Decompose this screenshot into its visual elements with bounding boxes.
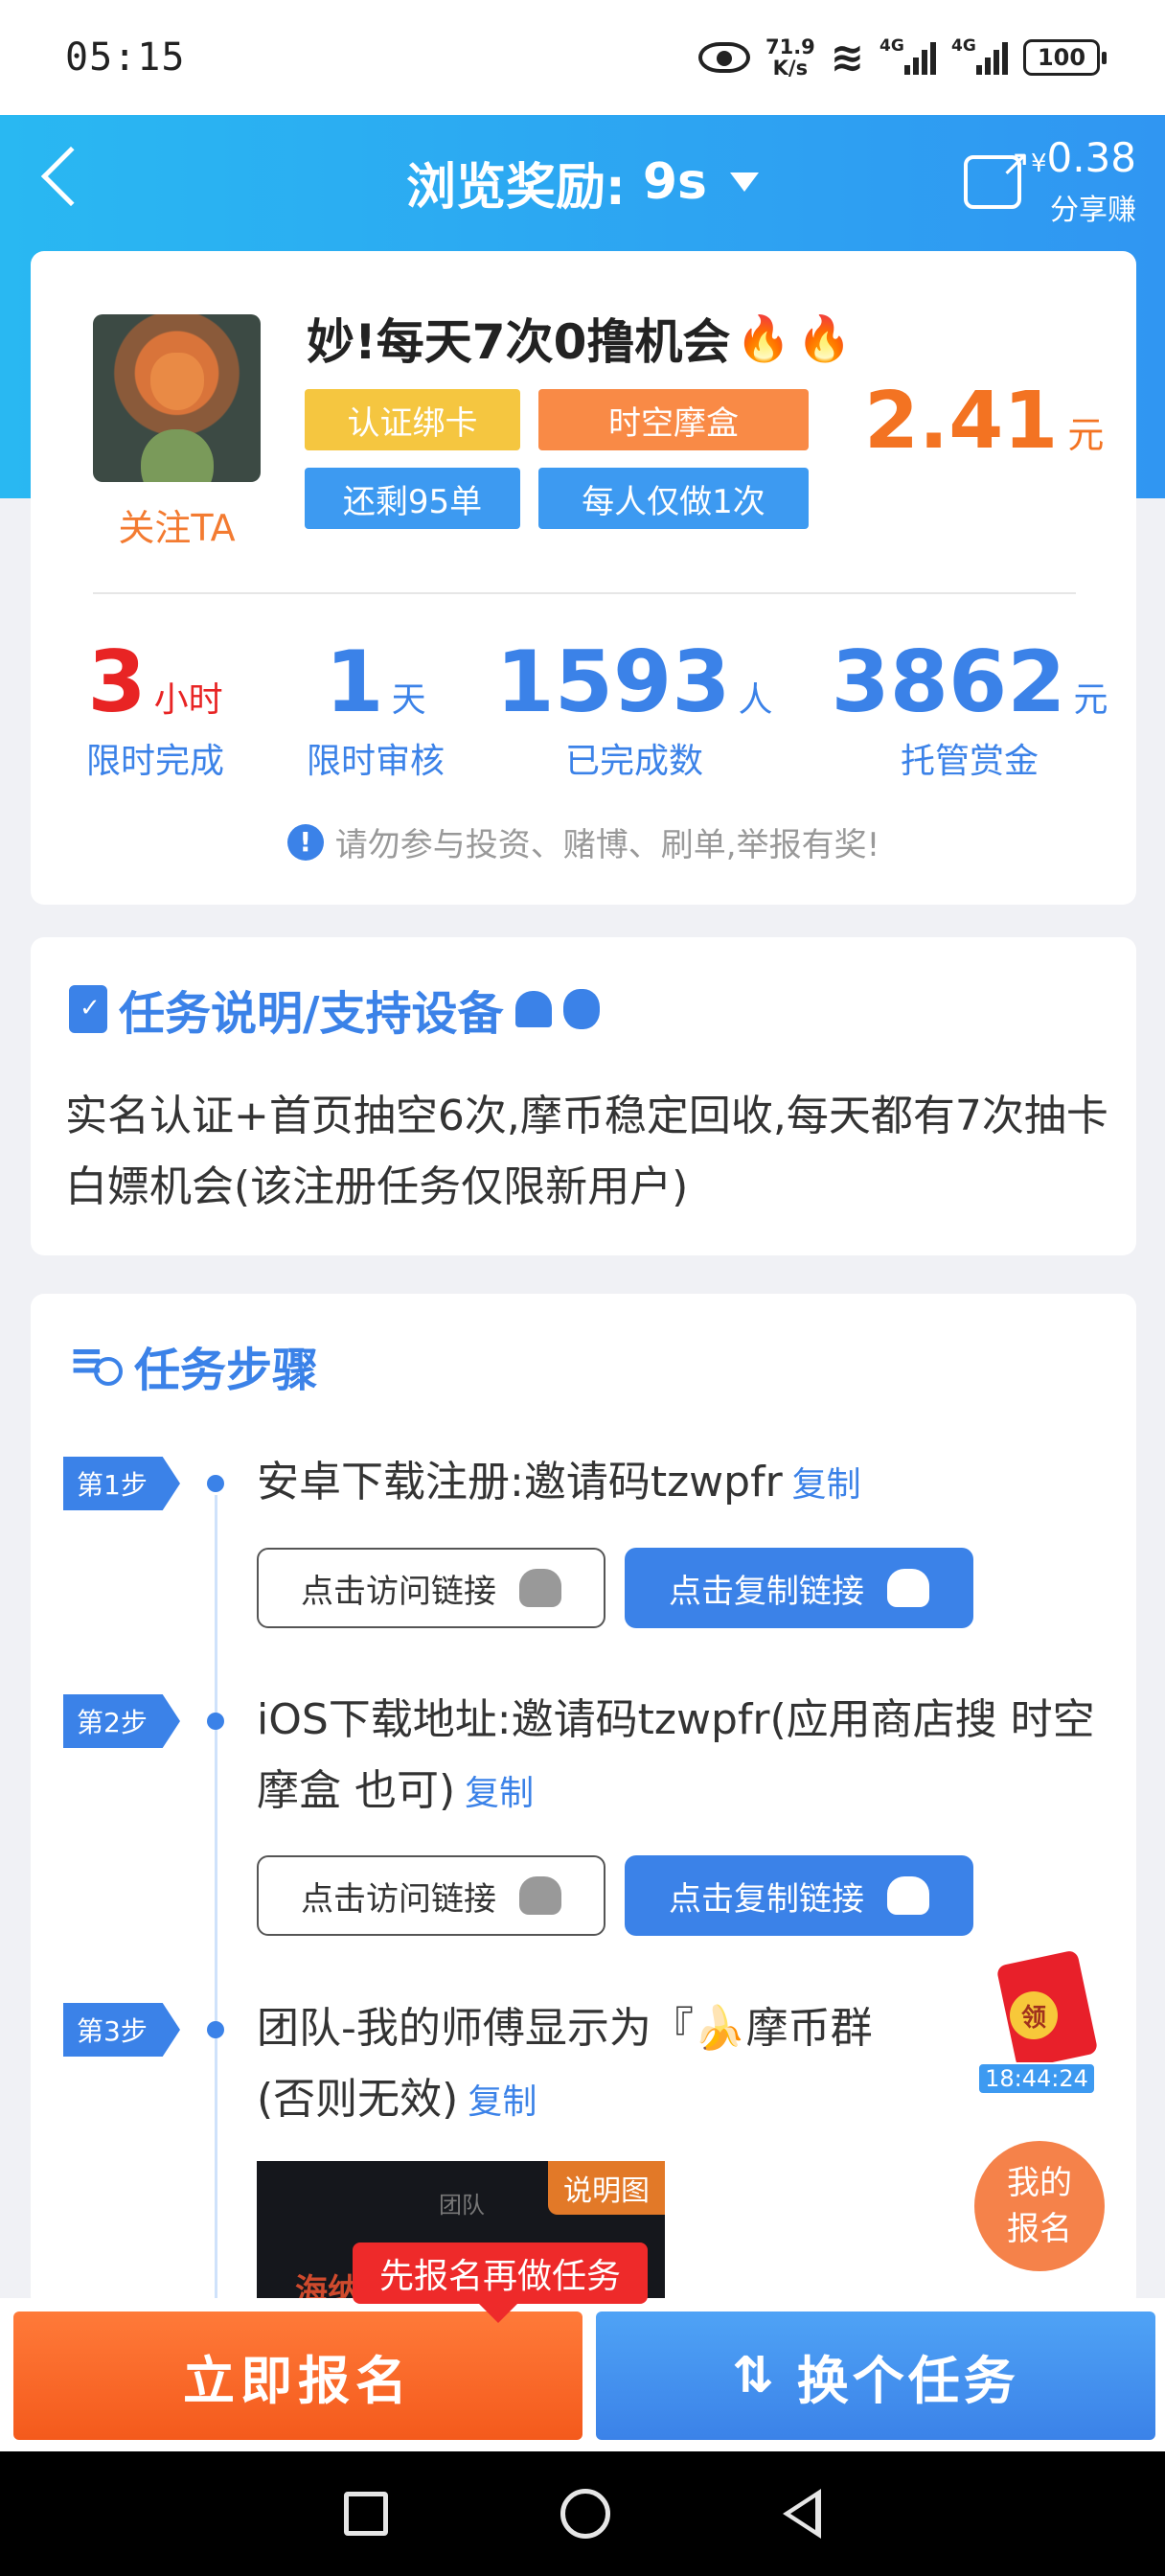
countdown-timer: 18:44:24 bbox=[977, 2062, 1096, 2095]
stat-escrow: 3862 元 托管赏金 bbox=[831, 632, 1108, 781]
step-text-1: 安卓下载注册:邀请码tzwpfr 复制 bbox=[257, 1458, 861, 1506]
timeline-dot bbox=[207, 2021, 224, 2038]
description-title: 任务说明/支持设备 bbox=[69, 976, 600, 1043]
home-icon[interactable] bbox=[560, 2489, 610, 2539]
signup-now-button[interactable]: 立即报名 bbox=[13, 2312, 582, 2440]
task-reward: 2.41 元 bbox=[864, 376, 1105, 467]
signal-icon: 4G bbox=[879, 36, 936, 75]
step-badge-2: 第2步 bbox=[63, 1694, 180, 1748]
bottom-action-bar: 立即报名 ⇅ 换个任务 bbox=[0, 2298, 1165, 2451]
instruction-badge: 说明图 bbox=[548, 2161, 665, 2215]
fire-icon: 🔥 bbox=[796, 311, 852, 364]
task-title: 妙!每天7次0撸机会 🔥 🔥 bbox=[307, 311, 852, 371]
tag-app-name: 时空摩盒 bbox=[538, 389, 809, 450]
status-time: 05:15 bbox=[65, 35, 186, 80]
tag-once-per-person: 每人仅做1次 bbox=[538, 468, 809, 529]
visit-link-button[interactable]: 点击访问链接 bbox=[257, 1548, 605, 1628]
step-badge-1: 第1步 bbox=[63, 1457, 180, 1510]
back-triangle-icon[interactable] bbox=[783, 2489, 821, 2539]
exclamation-icon: ! bbox=[286, 823, 324, 861]
pointer-hand-icon bbox=[519, 1876, 561, 1915]
pointer-hand-icon bbox=[519, 1569, 561, 1607]
share-earn-button[interactable]: ¥0.38 分享赚 bbox=[963, 134, 1136, 228]
copy-code-link[interactable]: 复制 bbox=[792, 1465, 861, 1505]
step-badge-3: 第3步 bbox=[63, 2003, 180, 2057]
apple-icon bbox=[562, 989, 600, 1029]
stat-time-limit: 3 小时 限时完成 bbox=[85, 632, 224, 781]
share-amount: ¥0.38 bbox=[1030, 134, 1136, 181]
task-summary-card: 关注TA 妙!每天7次0撸机会 🔥 🔥 认证绑卡 时空摩盒 还剩95单 每人仅做… bbox=[31, 251, 1136, 905]
divider bbox=[93, 592, 1076, 594]
browse-seconds: 9s bbox=[642, 153, 707, 211]
fire-icon: 🔥 bbox=[736, 311, 791, 364]
timeline bbox=[215, 1495, 217, 2310]
avatar[interactable] bbox=[93, 314, 261, 482]
signal-icon-2: 4G bbox=[951, 36, 1008, 75]
eye-icon bbox=[697, 42, 750, 73]
copy-link-button[interactable]: 点击复制链接 bbox=[625, 1548, 973, 1628]
stat-review-limit: 1天 限时审核 bbox=[306, 632, 445, 781]
my-signup-button[interactable]: 我的 报名 bbox=[974, 2141, 1105, 2271]
network-speed: 71.9 K/s bbox=[765, 35, 815, 80]
status-bar: 05:15 71.9 K/s ≋ 4G 4G 100 bbox=[0, 0, 1165, 115]
steps-title: 任务步骤 bbox=[69, 1332, 318, 1399]
task-description-card: 任务说明/支持设备 实名认证+首页抽空6次,摩币稳定回收,每天都有7次抽卡白嫖机… bbox=[31, 937, 1136, 1255]
visit-link-button[interactable]: 点击访问链接 bbox=[257, 1855, 605, 1936]
list-search-icon bbox=[69, 1336, 123, 1388]
swap-arrows-icon: ⇅ bbox=[732, 2347, 778, 2404]
signup-first-tooltip: 先报名再做任务 bbox=[353, 2242, 648, 2323]
share-label: 分享赚 bbox=[1050, 194, 1136, 227]
switch-task-button[interactable]: ⇅ 换个任务 bbox=[596, 2312, 1155, 2440]
envelope-seal: 领 bbox=[1010, 1991, 1058, 2039]
caret-down-icon bbox=[729, 172, 759, 192]
timeline-dot bbox=[207, 1475, 224, 1492]
android-icon bbox=[514, 991, 552, 1027]
tag-verify-card: 认证绑卡 bbox=[305, 389, 520, 450]
copy-code-link[interactable]: 复制 bbox=[468, 2082, 537, 2122]
timeline-dot bbox=[207, 1713, 224, 1730]
top-nav: 浏览奖励: 9s ¥0.38 分享赚 bbox=[0, 115, 1165, 249]
browse-reward-title[interactable]: 浏览奖励: 9s bbox=[406, 147, 759, 218]
copy-code-link[interactable]: 复制 bbox=[465, 1774, 534, 1813]
tag-remaining: 还剩95单 bbox=[305, 468, 520, 529]
share-icon bbox=[963, 142, 1031, 209]
system-nav-bar bbox=[0, 2451, 1165, 2576]
warning-notice: ! 请勿参与投资、赌博、刷单,举报有奖! bbox=[31, 818, 1136, 865]
pointer-hand-icon bbox=[887, 1569, 929, 1607]
description-text: 实名认证+首页抽空6次,摩币稳定回收,每天都有7次抽卡白嫖机会(该注册任务仅限新… bbox=[65, 1092, 1108, 1211]
copy-link-button[interactable]: 点击复制链接 bbox=[625, 1855, 973, 1936]
step-text-2: iOS下载地址:邀请码tzwpfr(应用商店搜 时空摩盒 也可) 复制 bbox=[257, 1695, 1095, 1815]
recents-icon[interactable] bbox=[344, 2492, 388, 2536]
follow-button[interactable]: 关注TA bbox=[93, 498, 261, 551]
stat-completed: 1593 人 已完成数 bbox=[495, 632, 773, 781]
battery-icon: 100 bbox=[1023, 39, 1107, 76]
back-icon[interactable] bbox=[40, 146, 102, 207]
pointer-hand-icon bbox=[887, 1876, 929, 1915]
clipboard-icon bbox=[69, 985, 107, 1033]
wifi-icon: ≋ bbox=[830, 34, 864, 80]
task-steps-card: 任务步骤 第1步 安卓下载注册:邀请码tzwpfr复制 点击访问链接 点击复制链… bbox=[31, 1294, 1136, 2310]
